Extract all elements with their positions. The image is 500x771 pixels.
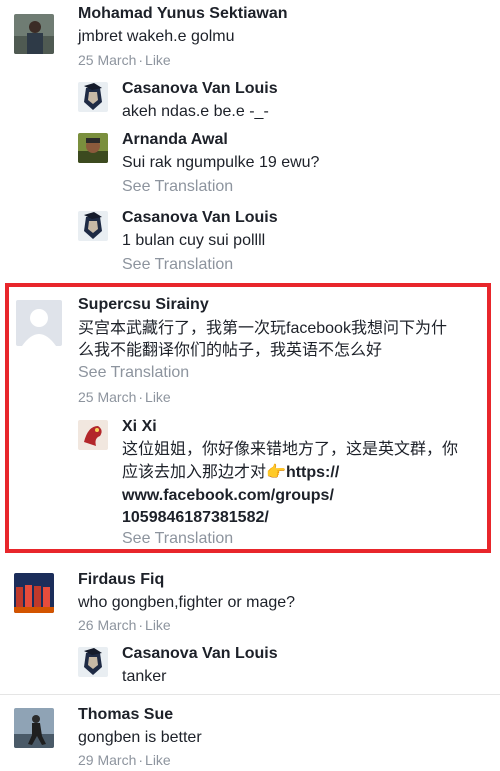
see-translation-link[interactable]: See Translation [122,256,233,274]
comment-text: akeh ndas.e be.e -_- [122,103,269,120]
separator: · [138,389,144,405]
comment-text: Sui rak ngumpulke 19 ewu? [122,154,320,171]
commenter-name[interactable]: Arnanda Awal [122,131,228,149]
avatar[interactable] [14,708,54,748]
avatar[interactable] [78,420,108,450]
comment-text-line: 么我不能翻译你们的帖子，我英语不怎么好 [78,342,383,359]
comment-date[interactable]: 25 March [78,52,136,68]
see-translation-link[interactable]: See Translation [78,364,189,382]
commenter-name[interactable]: Casanova Van Louis [122,209,278,227]
commenter-name[interactable]: Thomas Sue [78,706,173,724]
avatar[interactable] [78,211,108,241]
comment-text: gongben is better [78,729,202,746]
avatar[interactable] [14,14,54,54]
divider [0,694,500,695]
separator: · [138,617,144,633]
commenter-name[interactable]: Xi Xi [122,418,157,436]
avatar[interactable] [78,133,108,163]
avatar[interactable] [14,573,54,613]
comment-meta: 26 March · Like [78,617,171,633]
comment-text-line-with-link: 应该去加入那边才对👉https:// [122,462,339,483]
comment-date[interactable]: 26 March [78,617,136,633]
group-link[interactable]: 1059846187381582/ [122,507,269,528]
like-button[interactable]: Like [145,752,171,768]
comment-text: tanker [122,668,167,685]
comment-text: who gongben,fighter or mage? [78,594,296,611]
commenter-name[interactable]: Mohamad Yunus Sektiawan [78,5,288,23]
pointing-hand-icon: 👉 [266,464,286,481]
see-translation-link[interactable]: See Translation [122,178,233,196]
avatar[interactable] [78,647,108,677]
comment-meta: 29 March · Like [78,752,171,768]
comment-text-line: 这位姐姐，你好像来错地方了，这是英文群，你 [122,441,459,458]
group-link[interactable]: https:// [286,464,339,481]
comment-date[interactable]: 29 March [78,752,136,768]
see-translation-link[interactable]: See Translation [122,530,233,548]
commenter-name[interactable]: Casanova Van Louis [122,80,278,98]
like-button[interactable]: Like [145,389,171,405]
comment-text: 1 bulan cuy sui pollll [122,232,266,249]
like-button[interactable]: Like [145,52,171,68]
like-button[interactable]: Like [145,617,171,633]
default-avatar-icon[interactable] [16,300,62,346]
comment-date[interactable]: 25 March [78,389,136,405]
comment-text-line: 买宫本武藏行了，我第一次玩facebook我想问下为什 [78,320,447,337]
avatar[interactable] [78,82,108,112]
commenter-name[interactable]: Casanova Van Louis [122,645,278,663]
separator: · [138,52,144,68]
comment-text: jmbret wakeh.e golmu [78,28,235,45]
commenter-name[interactable]: Supercsu Sirainy [78,296,209,314]
group-link[interactable]: www.facebook.com/groups/ [122,485,334,506]
comment-meta: 25 March · Like [78,389,171,405]
comment-meta: 25 March · Like [78,52,171,68]
separator: · [138,752,144,768]
commenter-name[interactable]: Firdaus Fiq [78,571,164,589]
comment-text-segment: 应该去加入那边才对 [122,464,267,481]
